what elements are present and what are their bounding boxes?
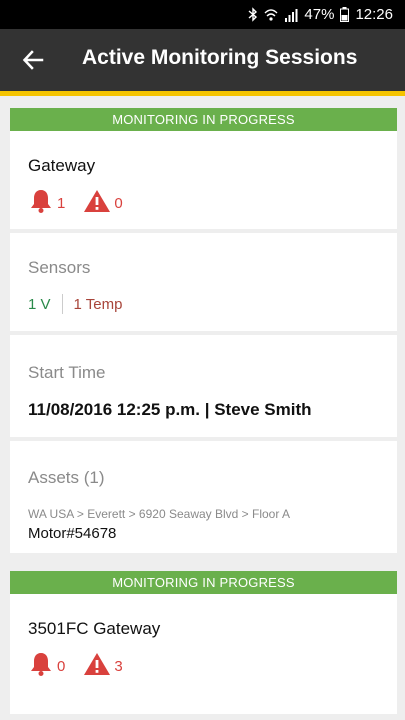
bell-icon [28, 188, 57, 218]
status-banner: MONITORING IN PROGRESS [10, 571, 397, 594]
bell-icon [28, 651, 57, 681]
gateway-card[interactable]: 3501FC Gateway 0 3 [10, 594, 397, 714]
bluetooth-icon [248, 7, 258, 22]
start-time-card: Start Time 11/08/2016 12:25 p.m. | Steve… [10, 335, 397, 437]
warning-icon [83, 188, 114, 218]
status-bar: 47% 12:26 [0, 0, 405, 29]
gateway-name: 3501FC Gateway [28, 619, 161, 638]
start-time-label: Start Time [28, 363, 106, 382]
asset-name: Motor#54678 [28, 525, 117, 542]
status-banner: MONITORING IN PROGRESS [10, 108, 397, 131]
signal-icon [284, 8, 298, 22]
page-title: Active Monitoring Sessions [82, 46, 358, 69]
assets-label: Assets (1) [28, 468, 105, 487]
battery-percent: 47% [304, 6, 335, 23]
warning-icon [83, 651, 114, 681]
app-bar: Active Monitoring Sessions [0, 29, 405, 96]
divider [61, 294, 63, 314]
voltage-sensor-count: 1 V [28, 295, 51, 313]
sensors-card[interactable]: Sensors 1 V 1 Temp [10, 233, 397, 331]
session-list: MONITORING IN PROGRESS Gateway 1 0 Senso… [10, 108, 397, 718]
alert-summary: 0 3 [28, 651, 141, 681]
sensors-label: Sensors [28, 258, 91, 277]
sensor-counts: 1 V 1 Temp [28, 294, 122, 314]
warning-count: 0 [83, 188, 123, 218]
gateway-card[interactable]: Gateway 1 0 [10, 131, 397, 229]
battery-icon [340, 7, 350, 22]
start-time-value: 11/08/2016 12:25 p.m. | Steve Smith [28, 400, 312, 419]
assets-card[interactable]: Assets (1) WA USA > Everett > 6920 Seawa… [10, 441, 397, 553]
back-arrow-icon[interactable] [22, 49, 44, 71]
gateway-name: Gateway [28, 156, 96, 175]
alarm-count: 1 [28, 188, 65, 218]
alarm-count: 0 [28, 651, 65, 681]
clock: 12:26 [355, 6, 393, 23]
wifi-icon [264, 8, 278, 22]
temp-sensor-count: 1 Temp [73, 295, 123, 313]
warning-count: 3 [83, 651, 123, 681]
alert-summary: 1 0 [28, 188, 141, 218]
asset-location-path: WA USA > Everett > 6920 Seaway Blvd > Fl… [28, 507, 291, 521]
